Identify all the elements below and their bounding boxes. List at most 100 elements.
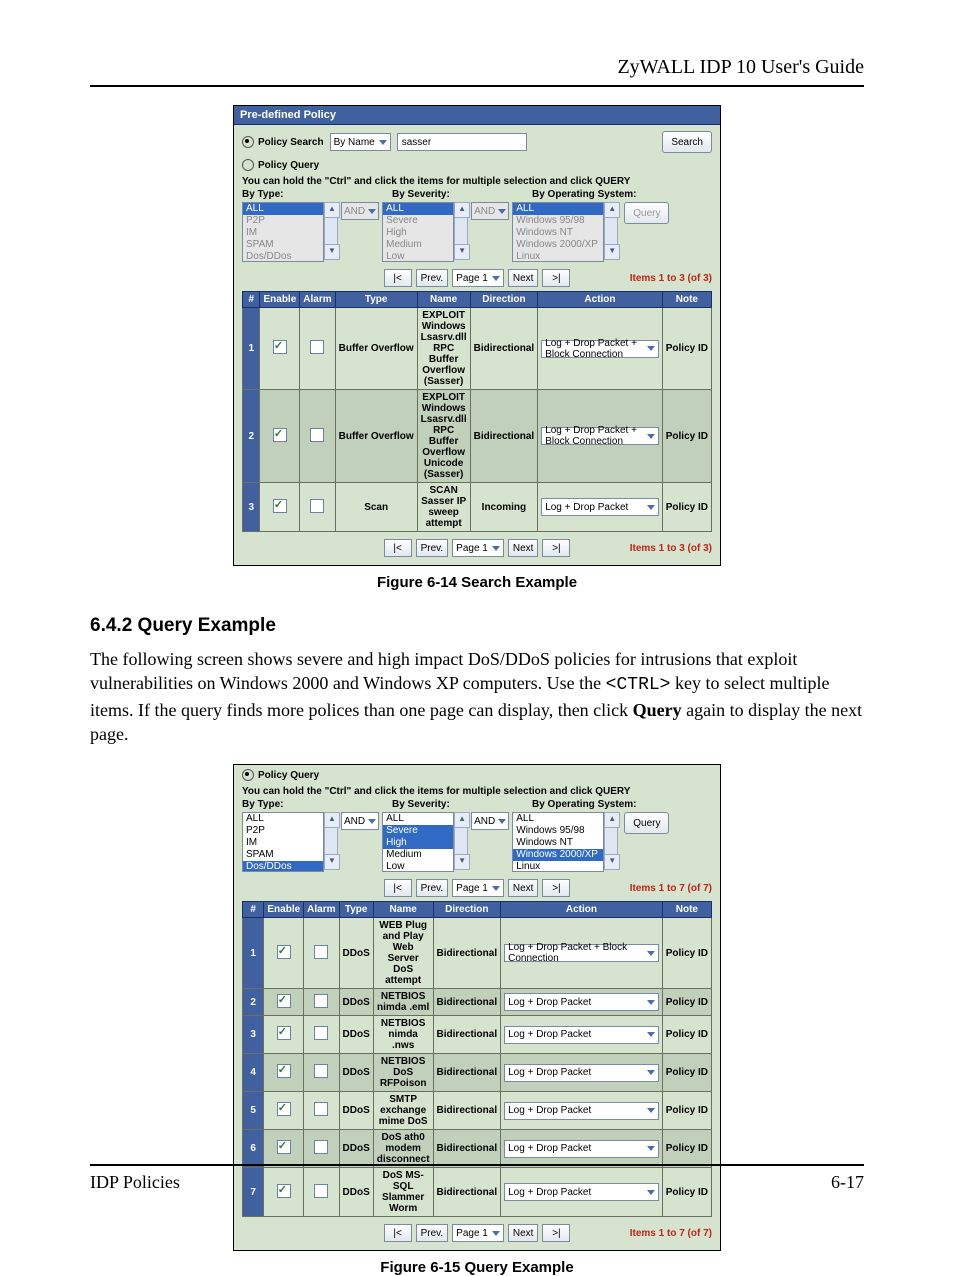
listbox-option[interactable]: Windows NT [513,837,603,849]
last-button[interactable]: >| [542,269,570,287]
action-select[interactable]: Log + Drop Packet + Block Connection [541,427,659,445]
alarm-checkbox[interactable] [310,499,324,513]
listbox[interactable]: ALLP2PIMSPAMDos/DDos [242,812,324,872]
listbox[interactable]: ALLWindows 95/98Windows NTWindows 2000/X… [512,812,604,872]
scroll-down-icon[interactable]: ▼ [324,854,340,870]
listbox-option[interactable]: Windows 2000/XP [513,849,603,861]
page-select[interactable]: Page 1 [452,269,504,287]
last-button[interactable]: >| [542,879,570,897]
action-select[interactable]: Log + Drop Packet [504,1026,659,1044]
alarm-checkbox[interactable] [314,945,328,959]
scroll-down-icon[interactable]: ▼ [604,244,620,260]
table-header: Alarm [300,292,335,308]
alarm-checkbox[interactable] [314,1102,328,1116]
and-select[interactable]: AND [471,812,509,830]
enable-checkbox[interactable] [277,1102,291,1116]
query-button[interactable]: Query [624,812,669,834]
scroll-down-icon[interactable]: ▼ [604,854,620,870]
search-input[interactable]: sasser [397,133,527,151]
action-select[interactable]: Log + Drop Packet + Block Connection [504,944,659,962]
policy-search-radio[interactable]: Policy Search [242,136,324,148]
first-button[interactable]: |< [384,269,412,287]
listbox-option[interactable]: ALL [243,813,323,825]
alarm-checkbox[interactable] [314,994,328,1008]
scroll-up-icon[interactable]: ▲ [604,202,620,218]
action-select[interactable]: Log + Drop Packet [504,993,659,1011]
listbox-option: Low [383,251,453,262]
page-select[interactable]: Page 1 [452,879,504,897]
listbox-option[interactable]: P2P [243,825,323,837]
prev-button[interactable]: Prev. [416,879,449,897]
scroll-up-icon[interactable]: ▲ [604,812,620,828]
scroll-up-icon[interactable]: ▲ [454,202,470,218]
scrollbar[interactable] [324,218,338,244]
last-button[interactable]: >| [542,1224,570,1242]
policy-query-radio[interactable]: Policy Query [242,159,319,171]
policy-query-radio[interactable]: Policy Query [242,769,319,781]
listbox-option[interactable]: Linux [513,861,603,872]
scroll-down-icon[interactable]: ▼ [454,244,470,260]
listbox-option: IM [243,227,323,239]
prev-button[interactable]: Prev. [416,539,449,557]
enable-checkbox[interactable] [277,994,291,1008]
scroll-down-icon[interactable]: ▼ [324,244,340,260]
listbox-option[interactable]: Windows 95/98 [513,825,603,837]
action-select[interactable]: Log + Drop Packet [541,498,659,516]
enable-checkbox[interactable] [273,428,287,442]
table-row: 4DDoSNETBIOS DoS RFPoisonBidirectionalLo… [243,1054,712,1092]
listbox-option[interactable]: SPAM [243,849,323,861]
enable-checkbox[interactable] [273,340,287,354]
action-select[interactable]: Log + Drop Packet + Block Connection [541,340,659,358]
listbox-option[interactable]: Severe [383,825,453,837]
scrollbar[interactable] [324,828,338,854]
first-button[interactable]: |< [384,1224,412,1242]
scrollbar[interactable] [604,218,618,244]
prev-button[interactable]: Prev. [416,269,449,287]
enable-checkbox[interactable] [277,945,291,959]
listbox-option[interactable]: Medium [383,849,453,861]
enable-checkbox[interactable] [277,1140,291,1154]
alarm-checkbox[interactable] [314,1140,328,1154]
alarm-checkbox[interactable] [314,1064,328,1078]
action-select[interactable]: Log + Drop Packet [504,1140,659,1158]
prev-button[interactable]: Prev. [416,1224,449,1242]
listbox-option[interactable]: High [383,837,453,849]
listbox-option[interactable]: Dos/DDos [243,861,323,872]
alarm-checkbox[interactable] [310,428,324,442]
listbox-option[interactable]: ALL [383,813,453,825]
search-button[interactable]: Search [662,131,712,153]
listbox-option[interactable]: ALL [513,813,603,825]
action-select[interactable]: Log + Drop Packet [504,1064,659,1082]
alarm-checkbox[interactable] [314,1026,328,1040]
scroll-up-icon[interactable]: ▲ [324,202,340,218]
enable-checkbox[interactable] [277,1064,291,1078]
scrollbar[interactable] [454,828,468,854]
next-button[interactable]: Next [508,1224,539,1242]
enable-checkbox[interactable] [277,1026,291,1040]
and-select: AND [471,202,509,220]
scroll-down-icon[interactable]: ▼ [454,854,470,870]
first-button[interactable]: |< [384,539,412,557]
action-select[interactable]: Log + Drop Packet [504,1102,659,1120]
page-select[interactable]: Page 1 [452,539,504,557]
listbox-option[interactable]: IM [243,837,323,849]
table-row: 6DDoSDoS ath0 modem disconnectBidirectio… [243,1130,712,1168]
scroll-up-icon[interactable]: ▲ [324,812,340,828]
alarm-checkbox[interactable] [310,340,324,354]
listbox[interactable]: ALLSevereHighMediumLow [382,812,454,872]
scroll-up-icon[interactable]: ▲ [454,812,470,828]
last-button[interactable]: >| [542,539,570,557]
scrollbar[interactable] [604,828,618,854]
enable-checkbox[interactable] [273,499,287,513]
pager-bottom: |< Prev. Page 1 Next >| Items 1 to 7 (of… [242,1223,712,1243]
next-button[interactable]: Next [508,269,539,287]
table-header: Action [501,902,663,918]
scrollbar[interactable] [454,218,468,244]
next-button[interactable]: Next [508,539,539,557]
and-select[interactable]: AND [341,812,379,830]
next-button[interactable]: Next [508,879,539,897]
search-mode-select[interactable]: By Name [330,133,391,151]
page-select[interactable]: Page 1 [452,1224,504,1242]
first-button[interactable]: |< [384,879,412,897]
listbox-option[interactable]: Low [383,861,453,872]
